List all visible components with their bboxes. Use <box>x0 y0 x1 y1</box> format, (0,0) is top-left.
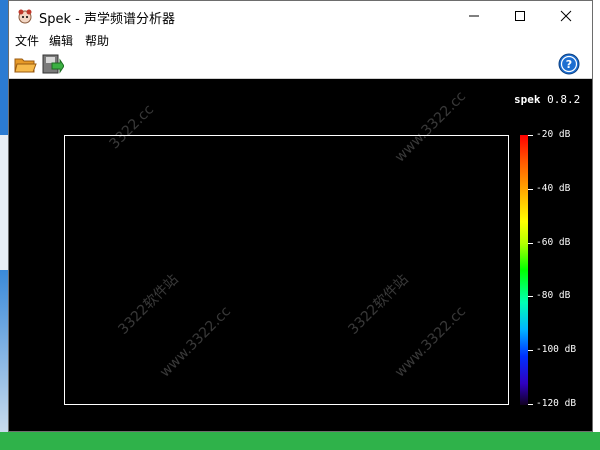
save-icon <box>42 54 65 74</box>
db-tick-label: -100 dB <box>536 344 577 356</box>
maximize-icon <box>515 11 525 21</box>
title-bar[interactable]: Spek - 声学频谱分析器 <box>9 1 592 31</box>
db-tick-mark <box>528 242 533 244</box>
db-tick-mark <box>528 404 533 405</box>
close-button[interactable] <box>543 1 589 31</box>
menu-bar: 文件 编辑 帮助 <box>9 31 592 49</box>
brand-name: spek <box>514 93 541 106</box>
db-tick-mark <box>528 350 533 352</box>
db-color-scale <box>520 135 528 405</box>
desktop-background-left <box>0 0 8 450</box>
desktop-background-bottom <box>0 432 600 450</box>
spectrogram-area: spek 0.8.2 -20 dB -40 dB -60 dB -80 dB -100 … <box>9 79 592 431</box>
db-tick-label: -60 dB <box>536 236 571 248</box>
spek-window: Spek - 声学频谱分析器 文件 编辑 帮助 ? spek 0.8.2 -20… <box>8 0 593 432</box>
help-button[interactable]: ? <box>558 53 580 75</box>
minimize-button[interactable] <box>451 1 497 31</box>
brand-label: spek 0.8.2 <box>514 93 580 106</box>
folder-open-icon <box>14 58 37 73</box>
spectrogram-frame <box>64 135 509 405</box>
db-tick-mark <box>528 188 533 190</box>
close-icon <box>560 10 572 22</box>
open-button[interactable] <box>13 53 37 75</box>
menu-edit[interactable]: 编辑 <box>49 32 73 49</box>
window-title: Spek - 声学频谱分析器 <box>39 12 175 27</box>
brand-version: 0.8.2 <box>547 93 581 106</box>
menu-help[interactable]: 帮助 <box>85 32 109 49</box>
db-tick-label: -20 dB <box>536 129 571 140</box>
svg-text:?: ? <box>566 58 572 71</box>
db-tick-label: -120 dB <box>536 398 577 409</box>
spek-app-icon <box>17 8 33 24</box>
help-icon: ? <box>558 53 580 75</box>
db-tick-mark <box>528 296 533 298</box>
maximize-button[interactable] <box>497 1 543 31</box>
save-button[interactable] <box>40 53 65 75</box>
menu-file[interactable]: 文件 <box>15 32 39 49</box>
toolbar: ? <box>9 49 592 79</box>
db-tick-mark <box>528 135 533 136</box>
db-tick-label: -40 dB <box>536 182 571 194</box>
minimize-icon <box>469 15 479 17</box>
db-tick-label: -80 dB <box>536 290 571 302</box>
